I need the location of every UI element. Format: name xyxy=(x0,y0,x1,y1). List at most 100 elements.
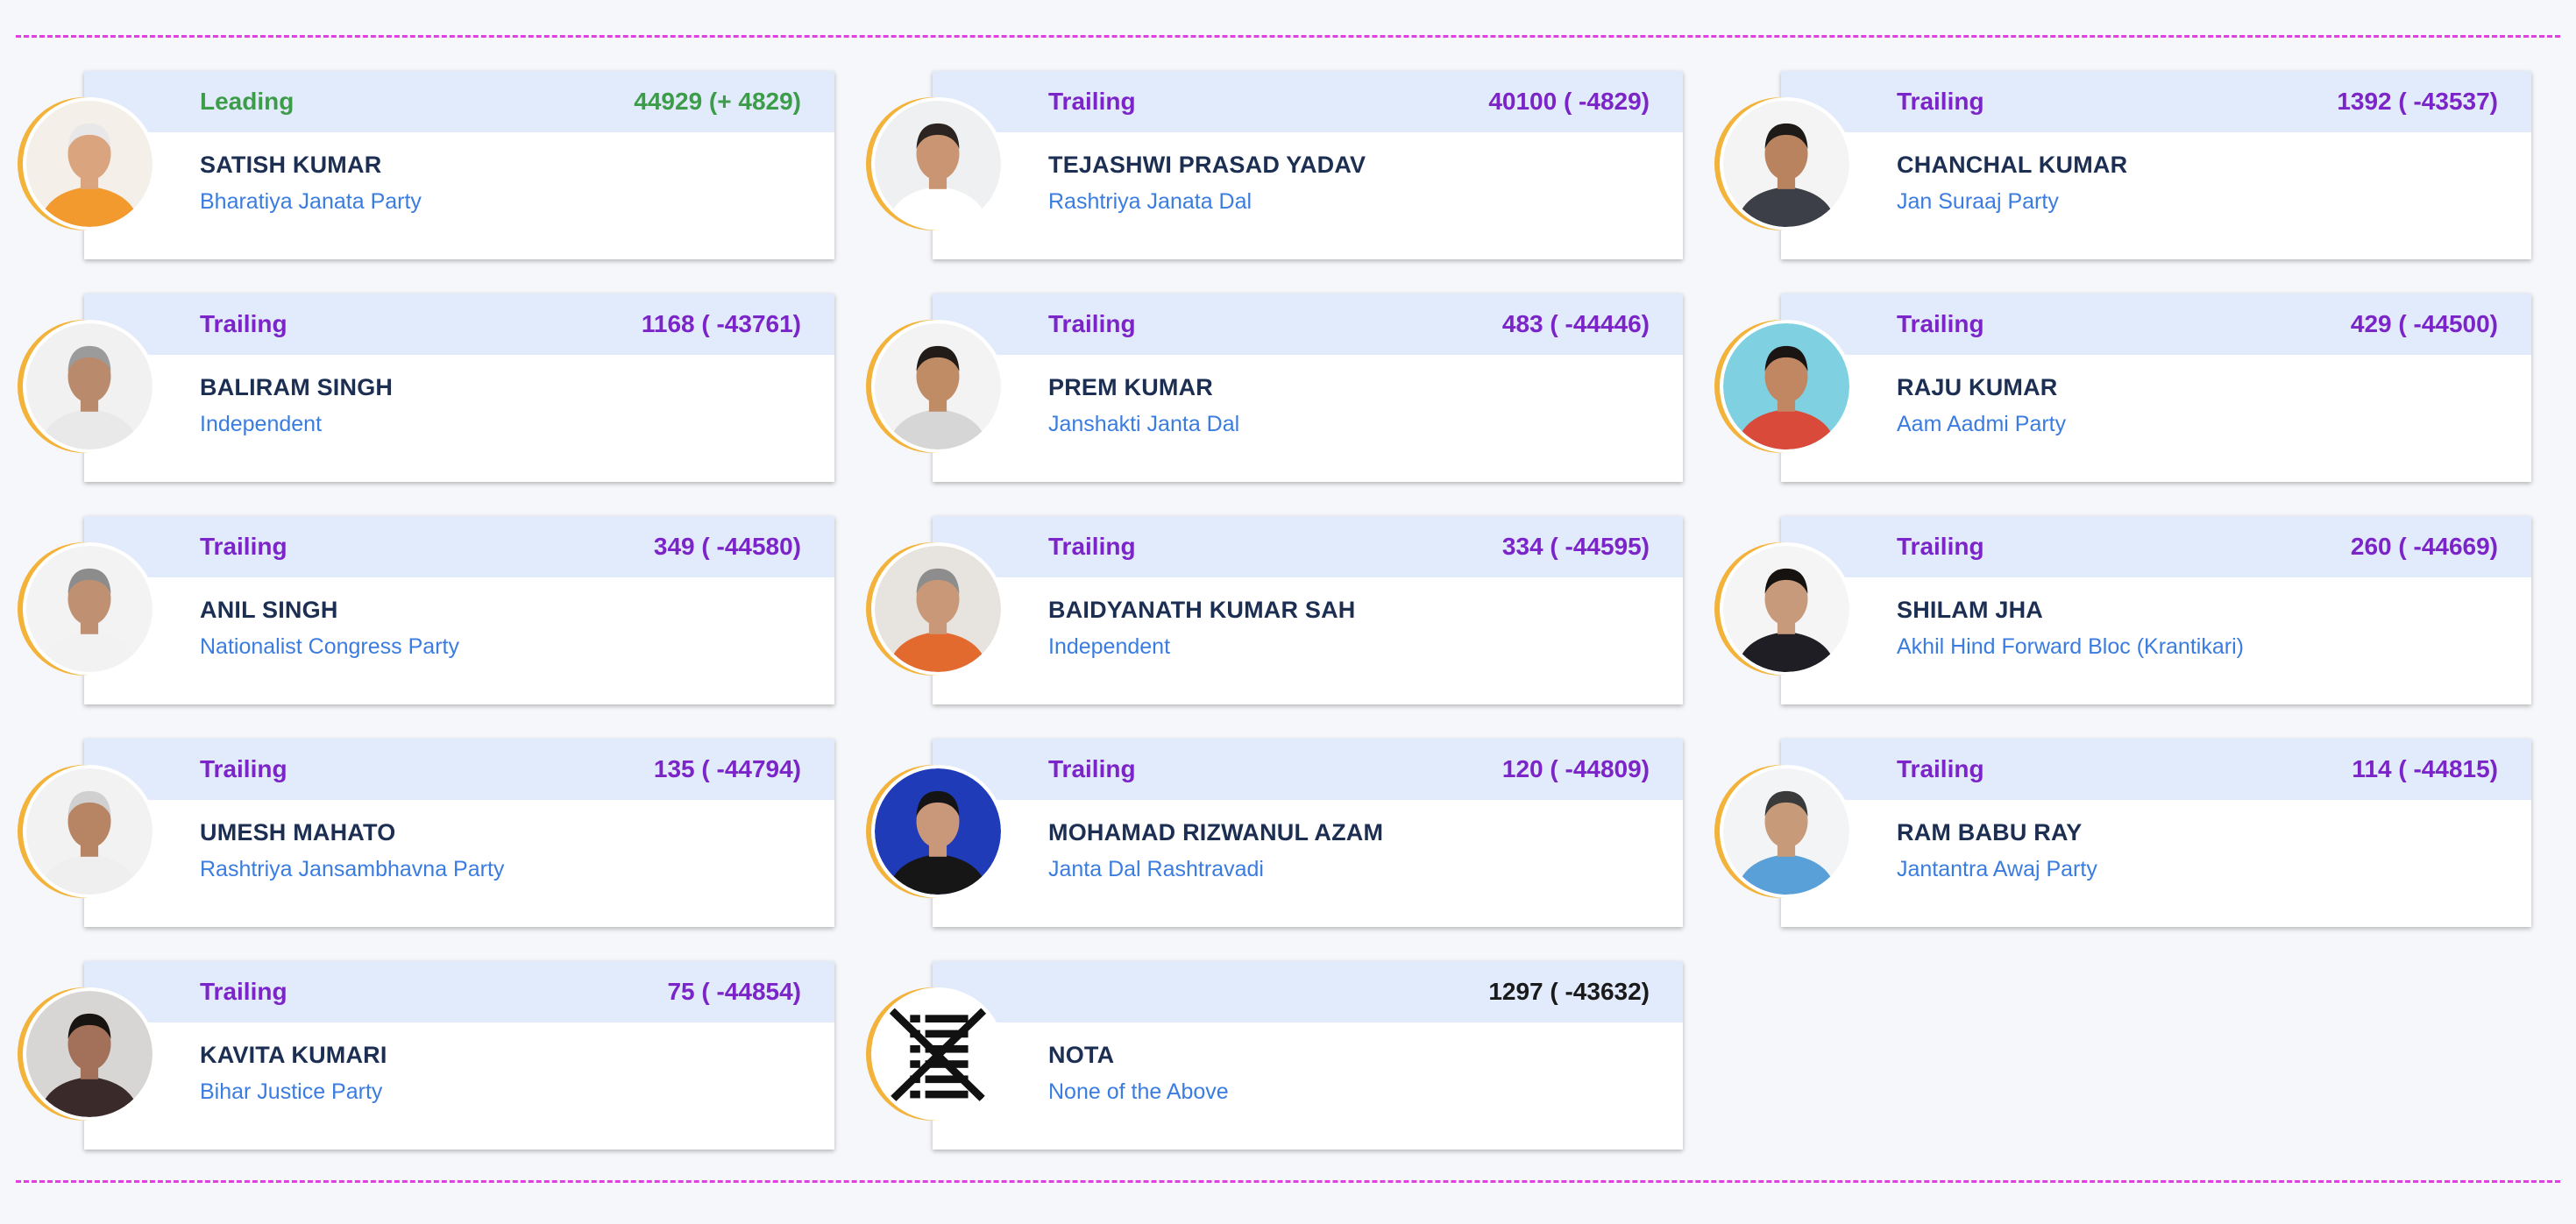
candidate-avatar xyxy=(1720,320,1853,453)
candidate-name: RAM BABU RAY xyxy=(1897,819,2083,845)
candidate-card-body: TEJASHWI PRASAD YADAV Rashtriya Janata D… xyxy=(933,132,1683,215)
person-portrait-icon xyxy=(875,101,1001,227)
candidate-avatar xyxy=(871,987,1004,1121)
candidate-status: Trailing xyxy=(200,755,287,782)
person-portrait-icon xyxy=(26,101,153,227)
candidate-name: TEJASHWI PRASAD YADAV xyxy=(1048,152,1366,178)
candidate-avatar xyxy=(871,765,1004,898)
candidate-card-panel: Trailing 483 ( -44446) PREM KUMAR Jansha… xyxy=(933,294,1683,482)
candidate-avatar xyxy=(23,542,156,676)
candidate-card-11[interactable]: Trailing 120 ( -44809) MOHAMAD RIZWANUL … xyxy=(871,739,1685,927)
candidate-card-6[interactable]: Trailing 429 ( -44500) RAJU KUMAR Aam Aa… xyxy=(1720,294,2533,482)
candidate-card-12[interactable]: Trailing 114 ( -44815) RAM BABU RAY Jant… xyxy=(1720,739,2533,927)
candidate-votes: 483 ( -44446) xyxy=(1501,310,1650,337)
candidate-votes: 334 ( -44595) xyxy=(1501,533,1650,560)
candidate-card-header: Trailing 349 ( -44580) xyxy=(84,516,834,577)
candidate-status: Trailing xyxy=(1048,310,1136,337)
candidate-avatar xyxy=(23,765,156,898)
candidate-status: Trailing xyxy=(1897,88,1984,115)
candidate-card-header: Trailing 40100 ( -4829) xyxy=(933,71,1683,132)
candidate-votes: 75 ( -44854) xyxy=(667,978,801,1005)
candidate-card-body: BALIRAM SINGH Independent xyxy=(84,355,834,437)
candidate-card-9[interactable]: Trailing 260 ( -44669) SHILAM JHA Akhil … xyxy=(1720,516,2533,704)
candidate-votes: 135 ( -44794) xyxy=(653,755,801,782)
candidate-card-body: UMESH MAHATO Rashtriya Jansambhavna Part… xyxy=(84,800,834,882)
candidate-votes: 120 ( -44809) xyxy=(1501,755,1650,782)
candidate-avatar xyxy=(1720,765,1853,898)
candidate-card-header: Trailing 1392 ( -43537) xyxy=(1781,71,2531,132)
candidate-card-header: Trailing 135 ( -44794) xyxy=(84,739,834,800)
person-portrait-icon xyxy=(26,991,153,1117)
candidate-card-1[interactable]: Leading 44929 (+ 4829) SATISH KUMAR Bhar… xyxy=(23,71,836,259)
candidate-card-panel: Trailing 429 ( -44500) RAJU KUMAR Aam Aa… xyxy=(1781,294,2531,482)
candidate-card-body: NOTA None of the Above xyxy=(933,1022,1683,1105)
candidate-card-header: Leading 44929 (+ 4829) xyxy=(84,71,834,132)
candidate-card-3[interactable]: Trailing 1392 ( -43537) CHANCHAL KUMAR J… xyxy=(1720,71,2533,259)
candidate-name: MOHAMAD RIZWANUL AZAM xyxy=(1048,819,1384,845)
candidate-card-body: MOHAMAD RIZWANUL AZAM Janta Dal Rashtrav… xyxy=(933,800,1683,882)
candidate-avatar xyxy=(23,320,156,453)
candidate-card-header: Trailing 334 ( -44595) xyxy=(933,516,1683,577)
candidate-status: Trailing xyxy=(1048,755,1136,782)
candidate-votes: 349 ( -44580) xyxy=(653,533,801,560)
candidate-card-header: Trailing 429 ( -44500) xyxy=(1781,294,2531,355)
candidate-status: Trailing xyxy=(200,978,287,1005)
candidate-status: Trailing xyxy=(200,310,287,337)
candidate-party: Jan Suraaj Party xyxy=(1897,189,2059,214)
candidate-card-14[interactable]: 1297 ( -43632) NOTA None of the Above xyxy=(871,961,1685,1150)
candidate-card-13[interactable]: Trailing 75 ( -44854) KAVITA KUMARI Biha… xyxy=(23,961,836,1150)
candidate-card-8[interactable]: Trailing 334 ( -44595) BAIDYANATH KUMAR … xyxy=(871,516,1685,704)
section-divider-bottom xyxy=(16,1180,2560,1183)
person-portrait-icon xyxy=(875,546,1001,672)
candidate-card-10[interactable]: Trailing 135 ( -44794) UMESH MAHATO Rash… xyxy=(23,739,836,927)
candidate-votes: 260 ( -44669) xyxy=(2350,533,2498,560)
candidate-party: Independent xyxy=(1048,634,1171,659)
candidate-status: Leading xyxy=(200,88,295,115)
candidate-party: Independent xyxy=(200,412,323,436)
section-divider-top xyxy=(16,35,2560,38)
candidate-votes: 1168 ( -43761) xyxy=(641,310,801,337)
candidate-card-panel: Trailing 349 ( -44580) ANIL SINGH Nation… xyxy=(84,516,834,704)
candidate-card-panel: Trailing 1168 ( -43761) BALIRAM SINGH In… xyxy=(84,294,834,482)
candidate-card-panel: Trailing 135 ( -44794) UMESH MAHATO Rash… xyxy=(84,739,834,927)
candidate-card-panel: Trailing 1392 ( -43537) CHANCHAL KUMAR J… xyxy=(1781,71,2531,259)
person-portrait-icon xyxy=(875,323,1001,449)
candidate-name: NOTA xyxy=(1048,1042,1115,1068)
candidate-votes: 40100 ( -4829) xyxy=(1488,88,1650,115)
candidate-avatar xyxy=(871,97,1004,230)
candidate-party: Janta Dal Rashtravadi xyxy=(1048,857,1264,881)
candidate-avatar xyxy=(23,987,156,1121)
candidate-name: KAVITA KUMARI xyxy=(200,1042,387,1068)
candidate-avatar xyxy=(23,97,156,230)
candidate-avatar xyxy=(871,542,1004,676)
candidate-status: Trailing xyxy=(1897,755,1984,782)
candidate-card-panel: Trailing 260 ( -44669) SHILAM JHA Akhil … xyxy=(1781,516,2531,704)
candidate-name: PREM KUMAR xyxy=(1048,374,1213,400)
person-portrait-icon xyxy=(1723,546,1849,672)
candidate-party: Bharatiya Janata Party xyxy=(200,189,422,214)
candidate-status: Trailing xyxy=(200,533,287,560)
candidate-card-7[interactable]: Trailing 349 ( -44580) ANIL SINGH Nation… xyxy=(23,516,836,704)
candidate-name: RAJU KUMAR xyxy=(1897,374,2058,400)
candidate-votes: 1392 ( -43537) xyxy=(2337,88,2498,115)
nota-ballot-icon xyxy=(875,991,1001,1117)
candidate-card-header: Trailing 114 ( -44815) xyxy=(1781,739,2531,800)
candidate-votes: 1297 ( -43632) xyxy=(1488,978,1650,1005)
candidate-party: Bihar Justice Party xyxy=(200,1079,383,1104)
candidate-name: SATISH KUMAR xyxy=(200,152,382,178)
candidate-card-4[interactable]: Trailing 1168 ( -43761) BALIRAM SINGH In… xyxy=(23,294,836,482)
candidate-name: CHANCHAL KUMAR xyxy=(1897,152,2128,178)
candidate-card-5[interactable]: Trailing 483 ( -44446) PREM KUMAR Jansha… xyxy=(871,294,1685,482)
candidate-party: Jantantra Awaj Party xyxy=(1897,857,2097,881)
candidate-party: Akhil Hind Forward Bloc (Krantikari) xyxy=(1897,634,2244,659)
candidate-card-panel: Trailing 334 ( -44595) BAIDYANATH KUMAR … xyxy=(933,516,1683,704)
candidate-card-2[interactable]: Trailing 40100 ( -4829) TEJASHWI PRASAD … xyxy=(871,71,1685,259)
candidate-card-header: 1297 ( -43632) xyxy=(933,961,1683,1022)
candidate-card-body: KAVITA KUMARI Bihar Justice Party xyxy=(84,1022,834,1105)
candidate-status: Trailing xyxy=(1048,88,1136,115)
candidate-party: Janshakti Janta Dal xyxy=(1048,412,1240,436)
candidate-name: SHILAM JHA xyxy=(1897,597,2044,623)
candidate-grid: Leading 44929 (+ 4829) SATISH KUMAR Bhar… xyxy=(23,71,2533,1150)
candidate-votes: 429 ( -44500) xyxy=(2350,310,2498,337)
candidate-party: Rashtriya Jansambhavna Party xyxy=(200,857,505,881)
